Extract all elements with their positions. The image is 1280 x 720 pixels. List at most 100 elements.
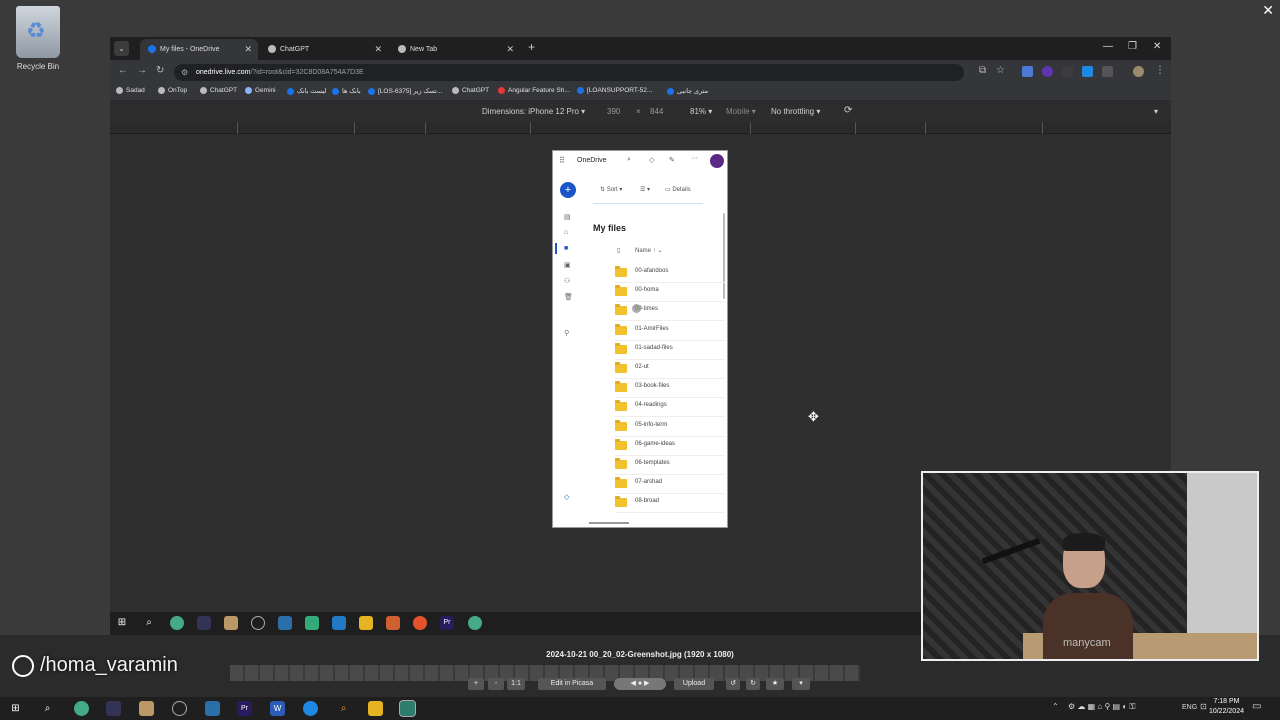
close-tab-icon[interactable]: ✕	[506, 39, 514, 60]
bookmark-item[interactable]: متری جانبی	[667, 87, 708, 95]
search-icon[interactable]: ⌕	[627, 156, 631, 164]
extensions-puzzle-icon[interactable]	[1102, 66, 1113, 77]
add-new-button[interactable]: +	[560, 182, 576, 198]
details-button[interactable]: ▭ Details	[665, 186, 691, 193]
close-tab-icon[interactable]: ✕	[374, 39, 382, 60]
install-app-icon[interactable]: ⧉	[979, 65, 986, 76]
reload-icon[interactable]: ↻	[156, 65, 164, 76]
view-options-button[interactable]: ☰ ▾	[640, 186, 650, 193]
folder-row[interactable]: 00-homa	[615, 283, 725, 303]
back-icon[interactable]: ←	[118, 65, 128, 76]
chrome-icon[interactable]	[74, 701, 89, 716]
upload-button[interactable]: Upload	[674, 678, 714, 690]
onedrive-brand[interactable]: OneDrive	[577, 157, 607, 164]
premiere-icon[interactable]: Pr	[440, 616, 454, 630]
chrome-icon[interactable]	[468, 616, 482, 630]
folder-row[interactable]: 01-sadad-files	[615, 341, 725, 360]
sort-button[interactable]: ⇅ Sort ▾	[600, 186, 622, 193]
extension-icon[interactable]	[1022, 66, 1033, 77]
account-avatar[interactable]	[710, 154, 724, 168]
folder-row[interactable]: 03-book-files	[615, 379, 725, 399]
app-icon[interactable]	[303, 701, 318, 716]
premiere-icon[interactable]: Pr	[237, 701, 252, 716]
notifications-icon[interactable]: ▭	[1252, 701, 1261, 712]
bookmark-item[interactable]: [LOS-6375] تسک زیر...	[368, 87, 442, 95]
start-icon[interactable]: ⊞	[8, 701, 23, 716]
sidebar-files-icon[interactable]: ▤	[564, 213, 571, 221]
rotate-icon[interactable]: ⟳	[844, 105, 852, 116]
folder-row[interactable]: 00-afandoos	[615, 264, 725, 283]
sidebar-recycle-icon[interactable]: 🗑	[564, 293, 573, 301]
app-icon[interactable]	[197, 616, 211, 630]
height-input[interactable]: 844	[650, 107, 663, 116]
bookmark-item[interactable]: ChatGPT	[452, 87, 489, 94]
premium-diamond-icon[interactable]: ◇	[649, 156, 654, 164]
playback-control-icon[interactable]: ◀ ● ▶	[614, 678, 666, 690]
app-icon[interactable]	[139, 701, 154, 716]
tab-new[interactable]: New Tab ✕	[390, 39, 520, 60]
app-icon[interactable]	[205, 701, 220, 716]
folder-row[interactable]: 04-readings	[615, 398, 725, 418]
clock[interactable]: 7:18 PM 10/22/2024	[1209, 697, 1244, 717]
media-query-ruler[interactable]	[110, 122, 1171, 134]
folder-row[interactable]: 07-arshad	[615, 475, 725, 495]
explorer-icon[interactable]	[368, 701, 383, 716]
extension-icon[interactable]	[1062, 66, 1073, 77]
extension-icon[interactable]	[1042, 66, 1053, 77]
app-icon[interactable]	[386, 616, 400, 630]
sidebar-premium-icon[interactable]: ◇	[564, 493, 569, 501]
zoom-in-button[interactable]: +	[468, 678, 484, 690]
language-indicator[interactable]: ENG	[1182, 704, 1197, 711]
zoom-out-button[interactable]: -	[488, 678, 504, 690]
width-input[interactable]: 390	[607, 107, 620, 116]
bookmark-item[interactable]: OnTop	[158, 87, 187, 94]
actual-size-button[interactable]: 1:1	[507, 678, 525, 690]
tray-chevron-icon[interactable]: ⌃	[1052, 702, 1059, 711]
close-icon[interactable]: ✕	[1262, 2, 1274, 19]
profile-avatar[interactable]	[1133, 66, 1144, 77]
dimensions-select[interactable]: Dimensions: iPhone 12 Pro ▾	[482, 107, 585, 116]
folder-row[interactable]: 00-times	[615, 302, 725, 322]
tab-chatgpt[interactable]: ChatGPT ✕	[260, 39, 388, 60]
star-icon[interactable]: ★	[766, 678, 784, 690]
folder-row[interactable]: 01-AmirFiles	[615, 322, 725, 341]
window-close-button[interactable]: ✕	[1153, 41, 1161, 52]
extension-icon[interactable]	[1082, 66, 1093, 77]
chrome-icon[interactable]	[170, 616, 184, 630]
bookmark-item[interactable]: Gemini	[245, 87, 276, 94]
app-launcher-icon[interactable]: ⠿	[559, 156, 565, 165]
vscode-icon[interactable]	[332, 616, 346, 630]
edit-in-picasa-button[interactable]: Edit in Picasa	[538, 678, 606, 690]
more-icon[interactable]: ···	[691, 155, 698, 162]
firefox-icon[interactable]	[413, 616, 427, 630]
sidebar-home-icon[interactable]: ⌂	[564, 229, 568, 236]
new-tab-button[interactable]: +	[528, 40, 535, 54]
tab-onedrive[interactable]: My files - OneDrive ✕	[140, 39, 258, 60]
tray-icons[interactable]: ⚙ ☁ ▦ ⌂ ⚲ ▤ ◐ ⚿	[1068, 702, 1135, 712]
app-icon[interactable]	[278, 616, 292, 630]
app-icon[interactable]	[224, 616, 238, 630]
forward-icon[interactable]: →	[137, 65, 147, 76]
search-icon[interactable]: ⌕	[142, 616, 156, 630]
rotate-left-icon[interactable]: ↺	[726, 678, 740, 690]
bookmark-item[interactable]: Sadad	[116, 87, 145, 94]
explorer-icon[interactable]	[359, 616, 373, 630]
search-app-icon[interactable]: ⌕	[336, 701, 351, 716]
bookmark-item[interactable]: لیست بانک	[287, 87, 326, 95]
minimize-button[interactable]: —	[1103, 41, 1113, 52]
folder-row[interactable]: 06-templates	[615, 456, 725, 475]
maximize-button[interactable]: ❐	[1128, 41, 1137, 52]
bookmark-item[interactable]: Angular Feature Sh...	[498, 87, 570, 94]
name-column-header[interactable]: Name ↑ ⌄	[635, 247, 662, 254]
horizontal-scrollbar[interactable]	[589, 522, 629, 524]
site-info-icon[interactable]: ⚙	[181, 64, 188, 81]
sidebar-photos-icon[interactable]: ▣	[564, 261, 571, 269]
recycle-bin[interactable]: Recycle Bin	[8, 6, 68, 71]
sidebar-myfiles-icon[interactable]: ■	[564, 245, 568, 252]
menu-kebab-icon[interactable]: ⋮	[1155, 65, 1165, 76]
url-input[interactable]: ⚙ onedrive.live.com/?id=root&cid=32C8D08…	[174, 64, 964, 81]
more-options-icon[interactable]: ▾	[1154, 107, 1158, 116]
settings-icon[interactable]: ✎	[669, 156, 675, 164]
close-tab-icon[interactable]: ✕	[244, 39, 252, 60]
tab-search-icon[interactable]: ⌄	[114, 41, 129, 56]
